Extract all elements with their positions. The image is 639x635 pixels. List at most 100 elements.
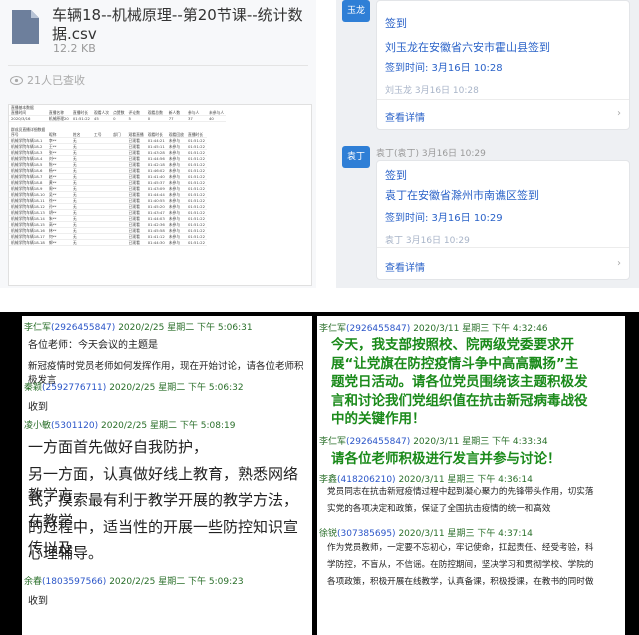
- table-cell: 01:42:18: [145, 161, 167, 168]
- divider: [8, 65, 308, 66]
- table-cell: 观看直播: [126, 132, 146, 138]
- table-row: 机械学院车辆18-18 郭** 无 已观看 01:44:30 未参与 01:51:22: [9, 239, 226, 246]
- message-header: 李仁军(2926455847) 2020/3/11 星期三 下午 4:33:34: [319, 437, 548, 447]
- table-cell: 01:45:20: [145, 203, 167, 210]
- card-time: 签到时间: 3月16日 10:28: [385, 63, 503, 74]
- message-text: 作为党员教师，一定要不忘初心，牢记使命，扛起责任、经受考验，科 学防控，不盲从，…: [327, 543, 594, 587]
- table-cell: 机械学院车辆18-13: [9, 209, 47, 216]
- table-cell: 郭**: [46, 239, 71, 246]
- table-cell: 01:44:30: [145, 239, 167, 246]
- table-cell: 01:45:11: [145, 143, 167, 150]
- table-cell: 机械学院车辆18-14: [9, 215, 47, 222]
- sender-name: 袁丁(袁丁) 3月16日 10:29: [376, 149, 486, 159]
- table-cell: 机械学院车辆18-11: [9, 197, 47, 204]
- spreadsheet-table: 直播基本数据 直播时间 直播名称 直播时长 观看人次 点赞数 评论数 观看总数 新人数 参与人 未参…: [9, 105, 227, 246]
- spreadsheet-preview[interactable]: 直播基本数据 直播时间 直播名称 直播时长 观看人次 点赞数 评论数 观看总数 新人数 参与人 未参…: [8, 104, 312, 286]
- signin-panel: 玉龙 签到 刘玉龙在安徽省六安市霍山县签到 签到时间: 3月16日 10:28 …: [336, 0, 639, 288]
- table-cell: 01:51:22: [185, 203, 207, 210]
- table-cell: 01:43:28: [145, 149, 167, 156]
- message-header: 徐锐(307385695) 2020/3/11 星期三 下午 4:37:14: [319, 529, 533, 539]
- table-cell: 01:51:22: [185, 191, 207, 198]
- chat-log-left: 李仁军(2926455847) 2020/2/25 星期二 下午 5:06:31…: [0, 312, 316, 635]
- table-cell: 未参与人: [207, 110, 227, 116]
- chevron-right-icon: ›: [617, 108, 621, 119]
- message-header: 凌小敏(5301120) 2020/2/25 星期二 下午 5:08:19: [24, 421, 236, 431]
- table-cell: 机械学院车辆18-1: [9, 137, 47, 144]
- table-cell: 机械学院车辆18-15: [9, 221, 47, 228]
- chat-log-right: 李仁军(2926455847) 2020/3/11 星期三 下午 4:32:46…: [316, 312, 639, 635]
- table-cell: 01:51:22: [185, 167, 207, 174]
- file-size: 12.2 KB: [53, 42, 96, 55]
- table-cell: 01:51:22: [185, 173, 207, 180]
- table-cell: 01:51:22: [185, 137, 207, 144]
- table-cell: [111, 239, 127, 246]
- message-text: 收到: [28, 402, 48, 413]
- table-cell: 机械学院车辆18-5: [9, 161, 47, 168]
- message-text: 今天，我支部按照校、院两级党委要求开 展“让党旗在防控疫情斗争中高高飘扬”主 题…: [331, 337, 588, 427]
- message-text: 一方面首先做好自我防护，: [28, 438, 209, 456]
- avatar[interactable]: 袁丁: [342, 146, 370, 168]
- table-cell: 机械学院车辆18-12: [9, 203, 47, 210]
- table-cell: 机械学院车辆18-18: [9, 239, 47, 246]
- message-header: 秦颖(2592776711) 2020/2/25 星期二 下午 5:06:32: [24, 383, 244, 393]
- table-cell: 01:44:56: [145, 155, 167, 162]
- card-title: 签到: [385, 17, 407, 30]
- table-cell: 01:46:02: [145, 167, 167, 174]
- chevron-right-icon: ›: [617, 258, 621, 269]
- message-header: 李仁军(2926455847) 2020/2/25 星期二 下午 5:06:31: [24, 323, 253, 333]
- table-cell: 01:51:22: [185, 215, 207, 222]
- table-cell: 01:51:22: [185, 209, 207, 216]
- table-cell: 机械学院车辆18-10: [9, 191, 47, 198]
- table-cell: 观看回放: [166, 132, 186, 138]
- table-cell: 机械学院车辆18-16: [9, 227, 47, 234]
- table-cell: 机械学院车辆18-3: [9, 149, 47, 156]
- signin-card[interactable]: 签到 袁丁在安徽省滁州市南谯区签到 签到时间: 3月16日 10:29 袁丁 3…: [376, 160, 630, 280]
- table-cell: 01:40:55: [145, 197, 167, 204]
- table-cell: 01:44:03: [145, 215, 167, 222]
- table-cell: 01:51:22: [185, 185, 207, 192]
- view-details-link[interactable]: 查看详情: [385, 259, 425, 274]
- table-cell: 01:51:22: [185, 239, 207, 246]
- table-cell: 01:42:36: [145, 221, 167, 228]
- table-cell: 未参与: [166, 239, 186, 246]
- file-card[interactable]: 车辆18--机械原理--第20节课--统计数据.csv 12.2 KB 21人已…: [0, 0, 316, 288]
- view-details-link[interactable]: 查看详情: [385, 109, 425, 124]
- table-cell: 01:51:22: [185, 155, 207, 162]
- table-cell: 机械学院车辆18-8: [9, 179, 47, 186]
- table-cell: 观看人次: [91, 110, 112, 116]
- document-icon: [12, 10, 39, 44]
- message-text: 请各位老师积极进行发言并参与讨论！: [331, 451, 561, 467]
- table-cell: 01:51:22: [185, 221, 207, 228]
- eye-icon: [10, 75, 23, 85]
- table-cell: 01:51:22: [185, 143, 207, 150]
- viewed-count: 21人已查收: [10, 72, 85, 88]
- table-cell: 01:41:12: [145, 233, 167, 240]
- table-cell: 机械原理20: [46, 115, 71, 122]
- message-header: 余春(1803597566) 2020/2/25 星期二 下午 5:09:23: [24, 577, 244, 587]
- table-cell: 已观看: [126, 239, 146, 246]
- card-meta: 袁丁 3月16日 10:29: [385, 236, 470, 246]
- table-cell: 01:43:09: [145, 185, 167, 192]
- table-cell: 01:41:40: [145, 173, 167, 180]
- table-cell: 机械学院车辆18-7: [9, 173, 47, 180]
- signin-card[interactable]: 签到 刘玉龙在安徽省六安市霍山县签到 签到时间: 3月16日 10:28 刘玉龙…: [376, 0, 630, 130]
- message-text: 各位老师：今天会议的主题是: [28, 340, 158, 351]
- file-name[interactable]: 车辆18--机械原理--第20节课--统计数据.csv: [52, 6, 310, 44]
- divider: [377, 247, 629, 248]
- table-cell: 01:51:22: [185, 227, 207, 234]
- card-time: 签到时间: 3月16日 10:29: [385, 213, 503, 224]
- table-cell: 无: [70, 239, 92, 246]
- message-header: 李仁军(2926455847) 2020/3/11 星期三 下午 4:32:46: [319, 324, 548, 334]
- table-cell: 01:44:21: [145, 137, 167, 144]
- message-text: 党员同志在抗击新冠疫情过程中起到凝心聚力的先锋带头作用，切实落 实党的各项决定和…: [327, 487, 594, 514]
- table-cell: 01:51:22: [185, 161, 207, 168]
- table-cell: 01:51:22: [185, 179, 207, 186]
- card-location: 刘玉龙在安徽省六安市霍山县签到: [385, 41, 550, 54]
- avatar[interactable]: 玉龙: [342, 0, 370, 22]
- table-cell: 机械学院车辆18-4: [9, 155, 47, 162]
- table-cell: 机械学院车辆18-6: [9, 167, 47, 174]
- message-text: 心理辅导。: [28, 544, 104, 562]
- message-text: 收到: [28, 596, 48, 607]
- chat-window: 李仁军(2926455847) 2020/3/11 星期三 下午 4:32:46…: [317, 316, 625, 635]
- table-cell: 01:43:47: [145, 209, 167, 216]
